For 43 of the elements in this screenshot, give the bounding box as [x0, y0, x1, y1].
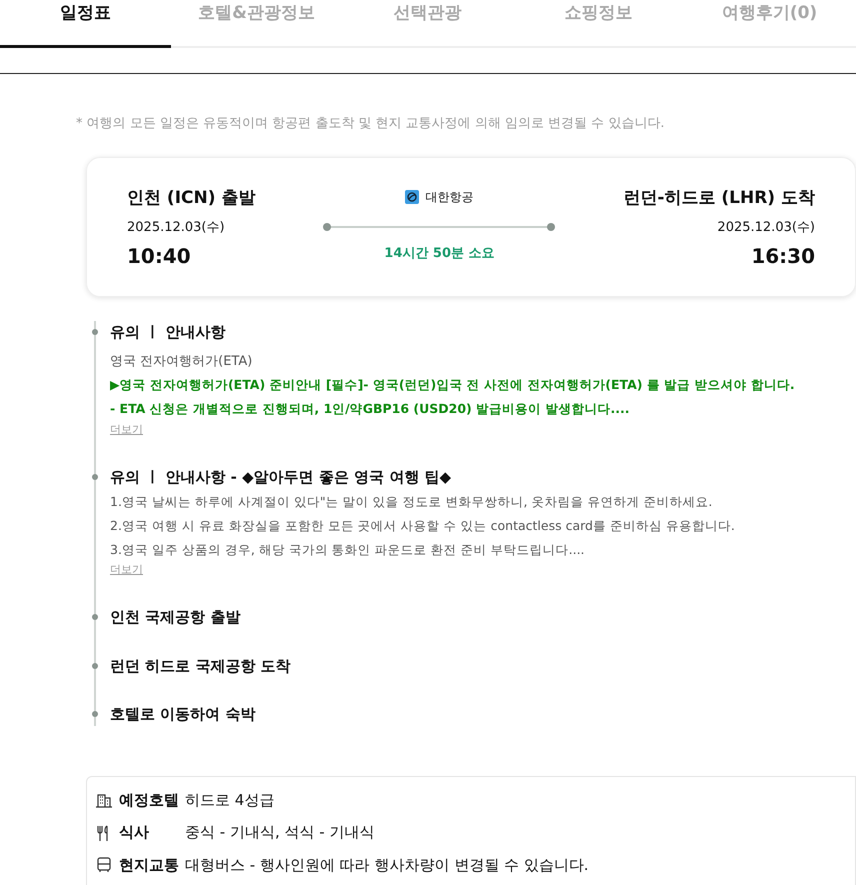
timeline-dot: [92, 329, 98, 335]
bus-icon: [95, 857, 113, 873]
arrival-place: 런던-히드로 (LHR) 도착: [623, 187, 815, 210]
timeline-dot: [92, 474, 98, 480]
airline-logo-icon: [405, 190, 420, 204]
flight-date: 2025.12.03(수): [127, 218, 226, 236]
tab[interactable]: 선택관광: [342, 0, 513, 48]
notice-line: ▶영국 전자여행허가(ETA) 준비안내 [필수]- 영국(런던)입국 전 사전에 전자여행허가(ETA) 를 발급 받으셔야 합니다.: [110, 376, 796, 394]
timeline-dot: [92, 662, 98, 669]
notice-line: 3.영국 일주 상품의 경우, 해당 국가의 통화인 파운드로 환전 준비 부탁드립니다....: [110, 540, 586, 558]
tab[interactable]: 여행후기(0): [684, 0, 855, 48]
info-label: 현지교통: [119, 854, 179, 876]
timeline-title: 유의 ㅣ 안내사항 - ◆알아두면 좋은 영국 여행 팁◆: [110, 466, 452, 488]
timeline-dot: [92, 711, 98, 718]
info-value: 히드로 4성급: [185, 790, 274, 811]
info-value: 대형버스 - 행사인원에 따라 행사차량이 변경될 수 있습니다.: [185, 854, 589, 876]
airline-name: 대한항공: [425, 189, 474, 206]
route-dot: [323, 223, 332, 231]
tab[interactable]: 쇼핑정보: [513, 0, 684, 48]
notice-line: 1.영국 날씨는 하루에 사계절이 있다"는 말이 있을 정도로 변화무쌍하니, 옷차림을 유연하게 준비하세요.: [110, 493, 714, 511]
departure-place: 인천 (ICN) 출발: [127, 187, 256, 210]
flight-time: 16:30: [750, 243, 815, 270]
route-dot: [547, 223, 556, 231]
more-link[interactable]: 더보기: [110, 562, 143, 579]
timeline-dot: [92, 614, 98, 620]
notice-line: - ETA 신청은 개별적으로 진행되며, 1인/약GBP16 (USD20) 발급비용이 발생합니다....: [110, 400, 630, 418]
info-label: 식사: [119, 822, 150, 844]
info-value: 중식 - 기내식, 석식 - 기내식: [185, 822, 374, 844]
notice-subtitle: 영국 전자여행허가(ETA): [110, 352, 254, 370]
timeline-title: 유의 ㅣ 안내사항: [110, 322, 226, 343]
timeline-title: 인천 국제공항 출발: [110, 607, 242, 628]
flight-duration: 14시간 50분 소요: [384, 245, 495, 263]
more-link[interactable]: 더보기: [110, 422, 143, 438]
notice-text: * 여행의 모든 일정은 유동적이며 항공편 출도착 및 현지 교통사정에 의해 임의로 변경될 수 있습니다.: [76, 114, 666, 132]
building-icon: [95, 792, 113, 808]
timeline-title: 호텔로 이동하여 숙박: [110, 704, 256, 726]
tab[interactable]: 호텔&관광정보: [171, 0, 342, 48]
notice-line: 2.영국 여행 시 유료 화장실을 포함한 모든 곳에서 사용할 수 있는 contactless card를 준비하심 유용합니다.: [110, 516, 736, 535]
flight-time: 10:40: [127, 243, 192, 270]
timeline-title: 런던 히드로 국제공항 도착: [110, 656, 292, 677]
flight-date: 2025.12.03(수): [716, 218, 815, 236]
tab[interactable]: 일정표: [0, 0, 171, 48]
info-label: 예정호텔: [119, 790, 179, 811]
